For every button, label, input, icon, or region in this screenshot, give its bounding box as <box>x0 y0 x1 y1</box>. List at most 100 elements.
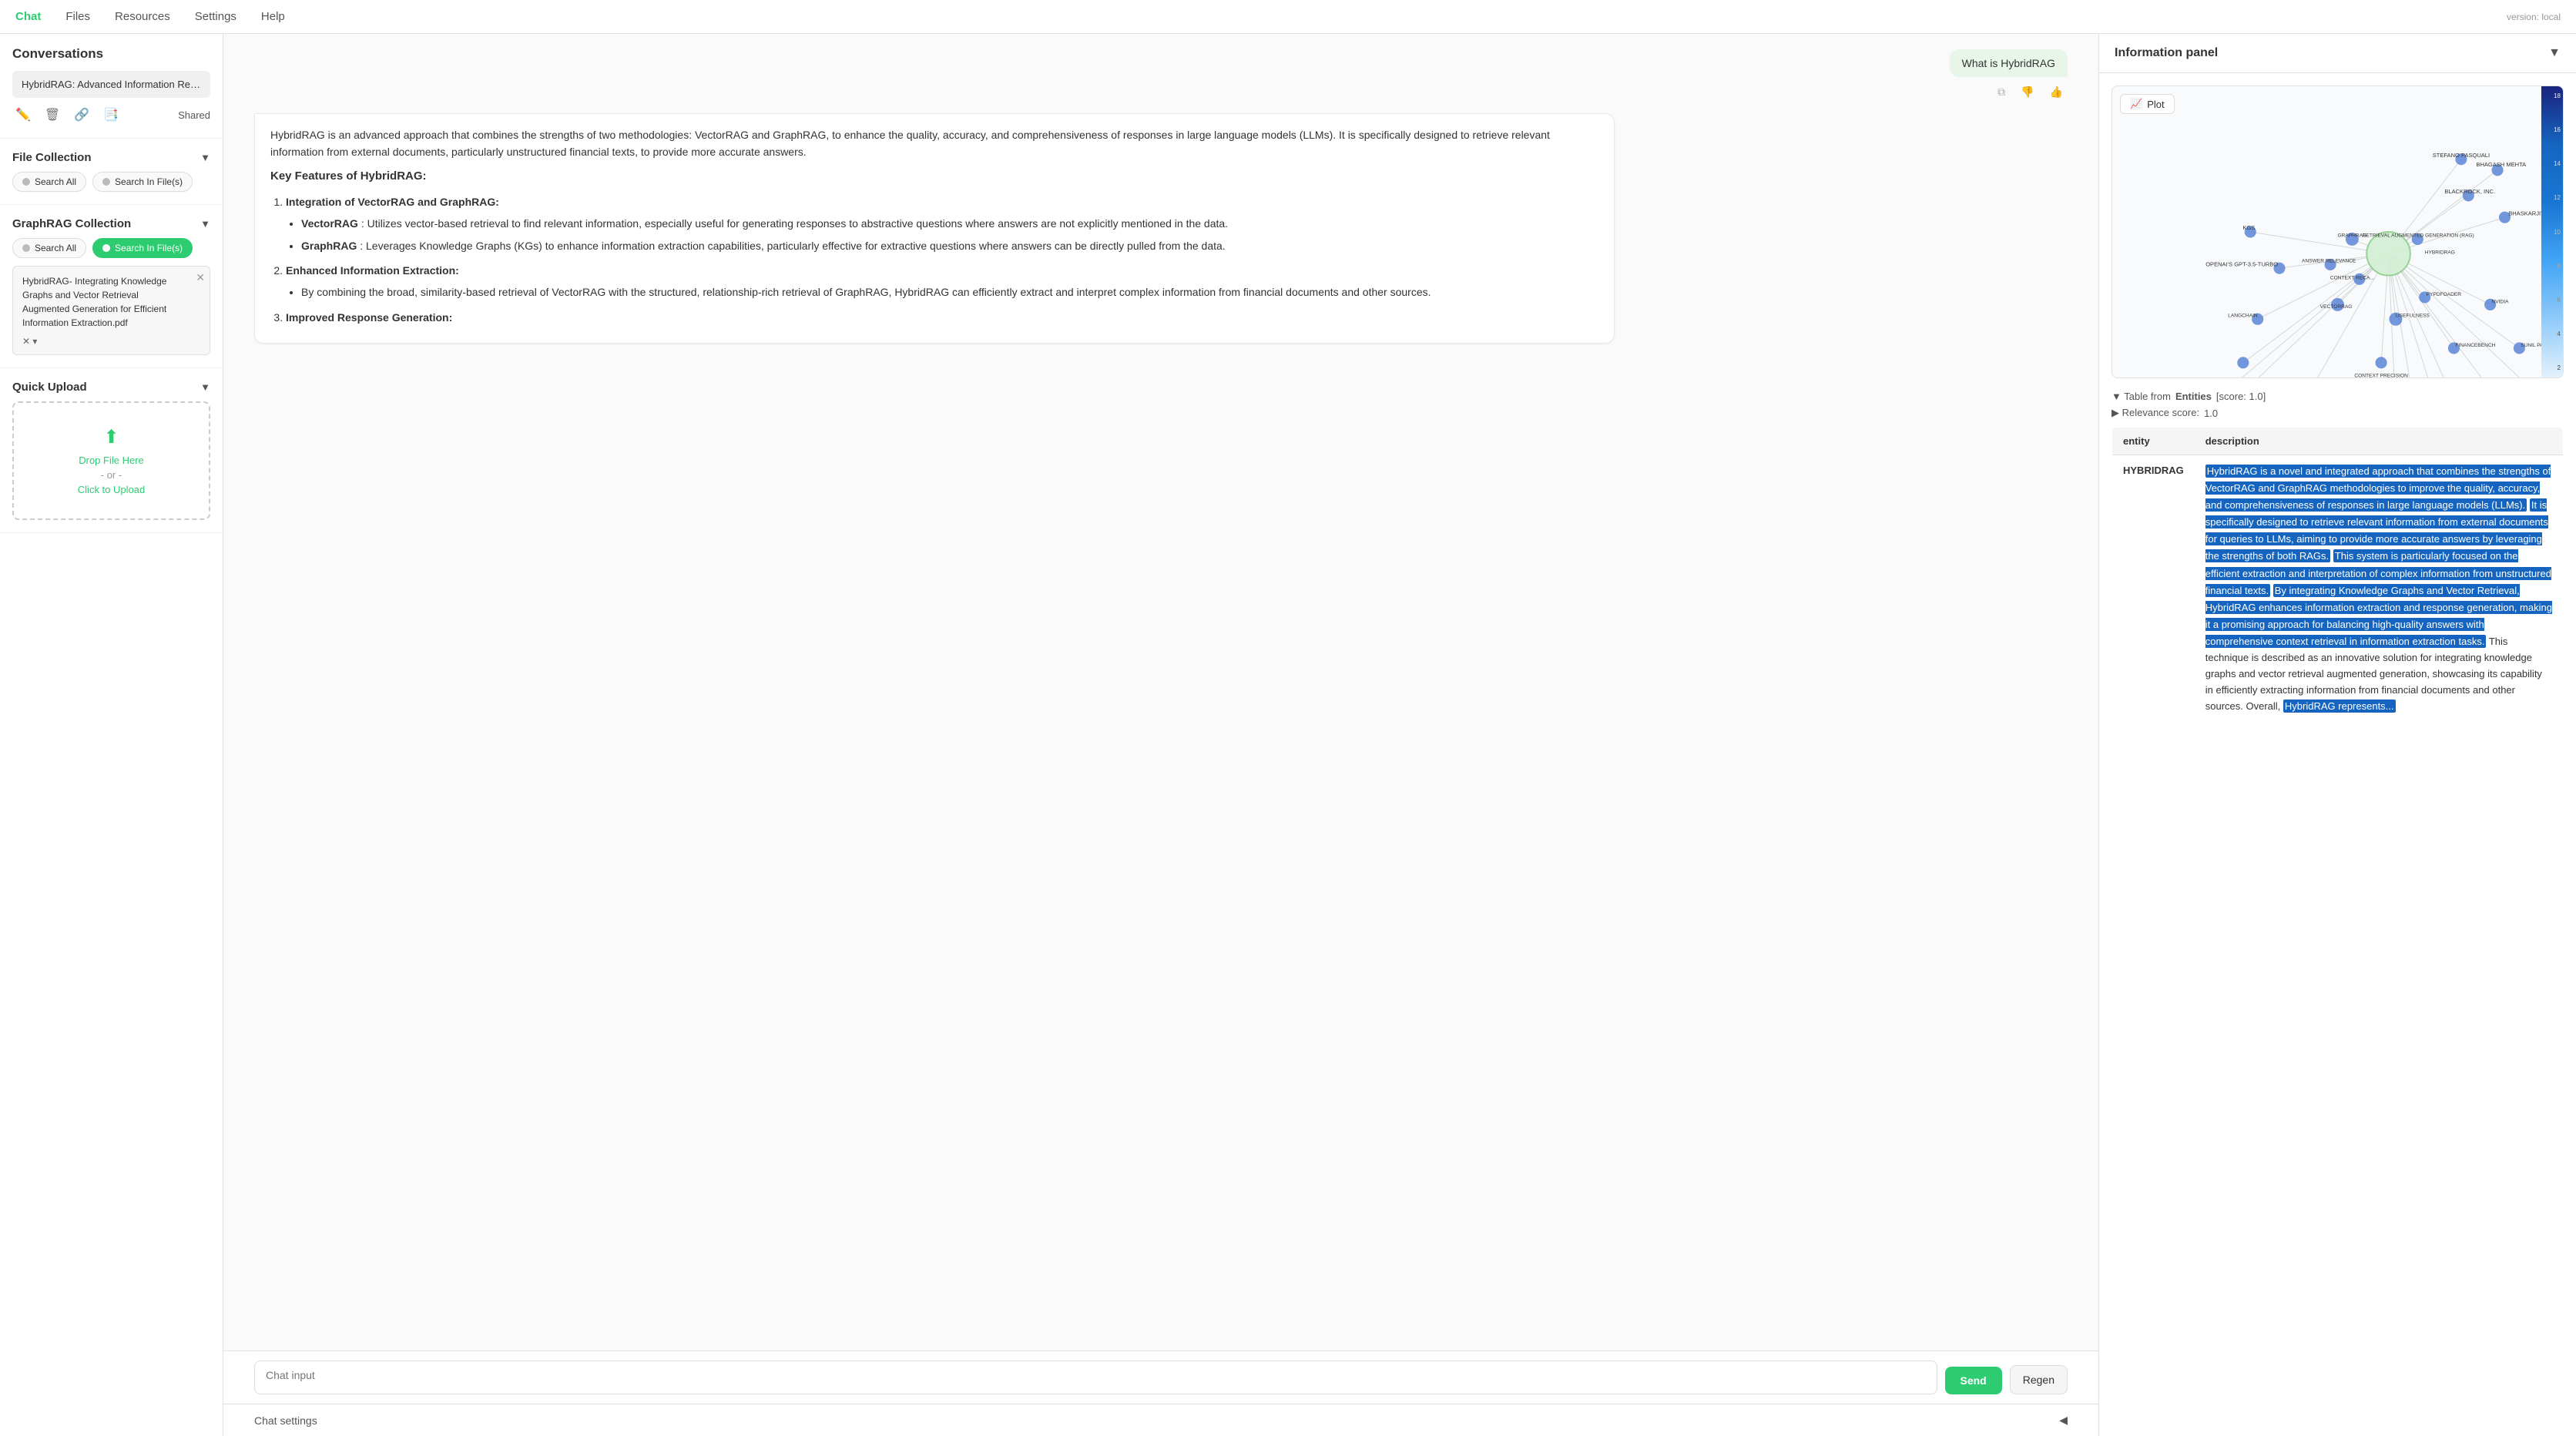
scale-14: 14 <box>2544 160 2561 167</box>
file-search-all-button[interactable]: Search All <box>12 172 86 192</box>
svg-text:HYBRIDRAG: HYBRIDRAG <box>2425 250 2455 255</box>
table-from-entity: Entities <box>2175 391 2212 402</box>
plot-tab[interactable]: 📈 Plot <box>2120 94 2175 114</box>
file-search-all-label: Search All <box>35 176 76 187</box>
link-button[interactable]: 🔗 <box>71 104 92 126</box>
network-graph: STEFANO PASQUALI BHAGASH MEHTA BHASKARJI… <box>2112 86 2563 377</box>
graphrag-file-card: HybridRAG- Integrating Knowledge Graphs … <box>12 266 210 355</box>
file-search-in-files-button[interactable]: Search In File(s) <box>92 172 193 192</box>
file-collection-chevron[interactable]: ▼ <box>200 152 210 163</box>
thumbsup-button[interactable]: 👍 <box>2045 83 2068 101</box>
file-card-close-button[interactable]: ✕ <box>196 271 205 284</box>
graph-label: GraphRAG <box>301 240 357 252</box>
bookmark-button[interactable]: 📑 <box>100 104 122 126</box>
scale-bar: 18 16 14 12 10 8 6 4 2 <box>2541 86 2563 377</box>
upload-icon: ⬆ <box>26 426 196 448</box>
relevance-expand-button[interactable]: ▶ Relevance score: <box>2111 407 2199 419</box>
graphrag-search-all-button[interactable]: Search All <box>12 238 86 258</box>
nav-files[interactable]: Files <box>65 10 90 23</box>
info-panel-header: Information panel ▼ <box>2099 34 2576 73</box>
quick-upload-chevron[interactable]: ▼ <box>200 381 210 393</box>
bot-features-title: Key Features of HybridRAG: <box>270 167 1598 186</box>
file-card-more[interactable]: ✕ ▾ <box>22 336 200 347</box>
feature3-title: Improved Response Generation: <box>286 309 1598 326</box>
entity-column-header: entity <box>2112 428 2195 455</box>
graphrag-search-in-files-button[interactable]: Search In File(s) <box>92 238 193 258</box>
conversations-section: Conversations HybridRAG: Advanced Inform… <box>0 34 223 139</box>
scale-4: 4 <box>2544 330 2561 337</box>
nav-settings[interactable]: Settings <box>195 10 236 23</box>
click-to-upload-text[interactable]: Click to Upload <box>26 484 196 495</box>
info-panel-chevron-button[interactable]: ▼ <box>2548 46 2561 60</box>
file-collection-toggles: Search All Search In File(s) <box>12 172 210 192</box>
shared-badge: Shared <box>178 109 210 121</box>
svg-text:NVIDIA: NVIDIA <box>2492 299 2510 304</box>
quick-upload-section: Quick Upload ▼ ⬆ Drop File Here - or - C… <box>0 368 223 533</box>
edit-button[interactable]: ✏️ <box>12 104 34 126</box>
feature1-title: Integration of VectorRAG and GraphRAG: <box>286 193 1598 210</box>
chat-settings-bar[interactable]: Chat settings ◀ <box>223 1404 2098 1436</box>
graphrag-collection-section: GraphRAG Collection ▼ Search All Search … <box>0 205 223 368</box>
bot-intro: HybridRAG is an advanced approach that c… <box>270 126 1598 161</box>
table-from-label: ▼ Table from Entities [score: 1.0] <box>2111 391 2564 402</box>
quick-upload-label: Quick Upload <box>12 381 87 394</box>
svg-text:FINANCEBENCH: FINANCEBENCH <box>2455 343 2495 348</box>
svg-text:CONTEXT RECA...: CONTEXT RECA... <box>2330 275 2374 280</box>
upload-or-text: - or - <box>26 469 196 481</box>
svg-text:ANSWER RELEVANCE: ANSWER RELEVANCE <box>2302 259 2356 264</box>
description-cell: HybridRAG is a novel and integrated appr… <box>2195 455 2564 724</box>
send-button[interactable]: Send <box>1945 1367 2002 1394</box>
svg-text:LANGCHAIN: LANGCHAIN <box>2228 313 2258 318</box>
table-from-score: [score: 1.0] <box>2216 391 2266 402</box>
main-layout: Conversations HybridRAG: Advanced Inform… <box>0 34 2576 1436</box>
description-column-header: description <box>2195 428 2564 455</box>
vector-desc: : Utilizes vector-based retrieval to fin… <box>361 217 1228 230</box>
upload-area[interactable]: ⬆ Drop File Here - or - Click to Upload <box>12 401 210 520</box>
delete-button[interactable]: 🗑 <box>42 104 63 126</box>
plot-area: 📈 Plot <box>2111 86 2564 378</box>
conversation-item[interactable]: HybridRAG: Advanced Information Retrievc <box>12 71 210 98</box>
copy-message-button[interactable]: ⧉ <box>1993 83 2010 101</box>
file-card-name: HybridRAG- Integrating Knowledge Graphs … <box>22 274 200 330</box>
graphrag-collection-label: GraphRAG Collection <box>12 217 131 230</box>
version-label: version: local <box>2507 12 2561 22</box>
nav-resources[interactable]: Resources <box>115 10 170 23</box>
file-search-in-files-label: Search In File(s) <box>115 176 183 187</box>
thumbsdown-button[interactable]: 👎 <box>2016 83 2038 101</box>
svg-text:VECTORRAG: VECTORRAG <box>2320 304 2353 310</box>
feature2-title: Enhanced Information Extraction: <box>286 262 1598 279</box>
graphrag-search-in-files-label: Search In File(s) <box>115 243 183 253</box>
bot-message: HybridRAG is an advanced approach that c… <box>254 113 1615 344</box>
chat-panel: What is HybridRAG ⧉ 👎 👍 HybridRAG is an … <box>223 34 2098 1436</box>
svg-text:BHAGASH MEHTA: BHAGASH MEHTA <box>2476 161 2527 168</box>
chat-settings-label: Chat settings <box>254 1414 317 1427</box>
message-actions: ⧉ 👎 👍 <box>1993 83 2068 101</box>
quick-upload-header: Quick Upload ▼ <box>12 381 210 394</box>
nav-help[interactable]: Help <box>261 10 285 23</box>
regen-button[interactable]: Regen <box>2010 1365 2068 1394</box>
conversations-title: Conversations <box>12 46 210 62</box>
chat-settings-chevron-icon: ◀ <box>2059 1414 2068 1427</box>
file-collection-header: File Collection ▼ <box>12 151 210 164</box>
table-row: HYBRIDRAG HybridRAG is a novel and integ… <box>2112 455 2564 724</box>
graph-desc: : Leverages Knowledge Graphs (KGs) to en… <box>360 240 1225 252</box>
drop-text: Drop File Here <box>26 455 196 466</box>
scale-8: 8 <box>2544 263 2561 270</box>
conversation-actions: ✏️ 🗑 🔗 📑 Shared <box>12 104 210 126</box>
svg-text:RETRIEVAL AUGMENTED GENERATION: RETRIEVAL AUGMENTED GENERATION (RAG) <box>2363 233 2474 239</box>
nav-chat[interactable]: Chat <box>15 10 41 23</box>
svg-text:OPENAI'S GPT-3.5-TURBO: OPENAI'S GPT-3.5-TURBO <box>2205 260 2278 267</box>
vector-label: VectorRAG <box>301 217 358 230</box>
table-from-expand-button[interactable]: ▼ Table from <box>2111 391 2171 402</box>
scale-6: 6 <box>2544 297 2561 304</box>
feature2-items: By combining the broad, similarity-based… <box>286 284 1598 300</box>
relevance-value: 1.0 <box>2204 408 2218 419</box>
scale-16: 16 <box>2544 126 2561 133</box>
file-collection-label: File Collection <box>12 151 92 164</box>
scale-12: 12 <box>2544 194 2561 201</box>
plot-icon: 📈 <box>2130 98 2142 110</box>
chat-input[interactable] <box>254 1361 1937 1394</box>
more-icon: ✕ ▾ <box>22 336 37 347</box>
graphrag-search-all-label: Search All <box>35 243 76 253</box>
graphrag-collection-chevron[interactable]: ▼ <box>200 218 210 230</box>
